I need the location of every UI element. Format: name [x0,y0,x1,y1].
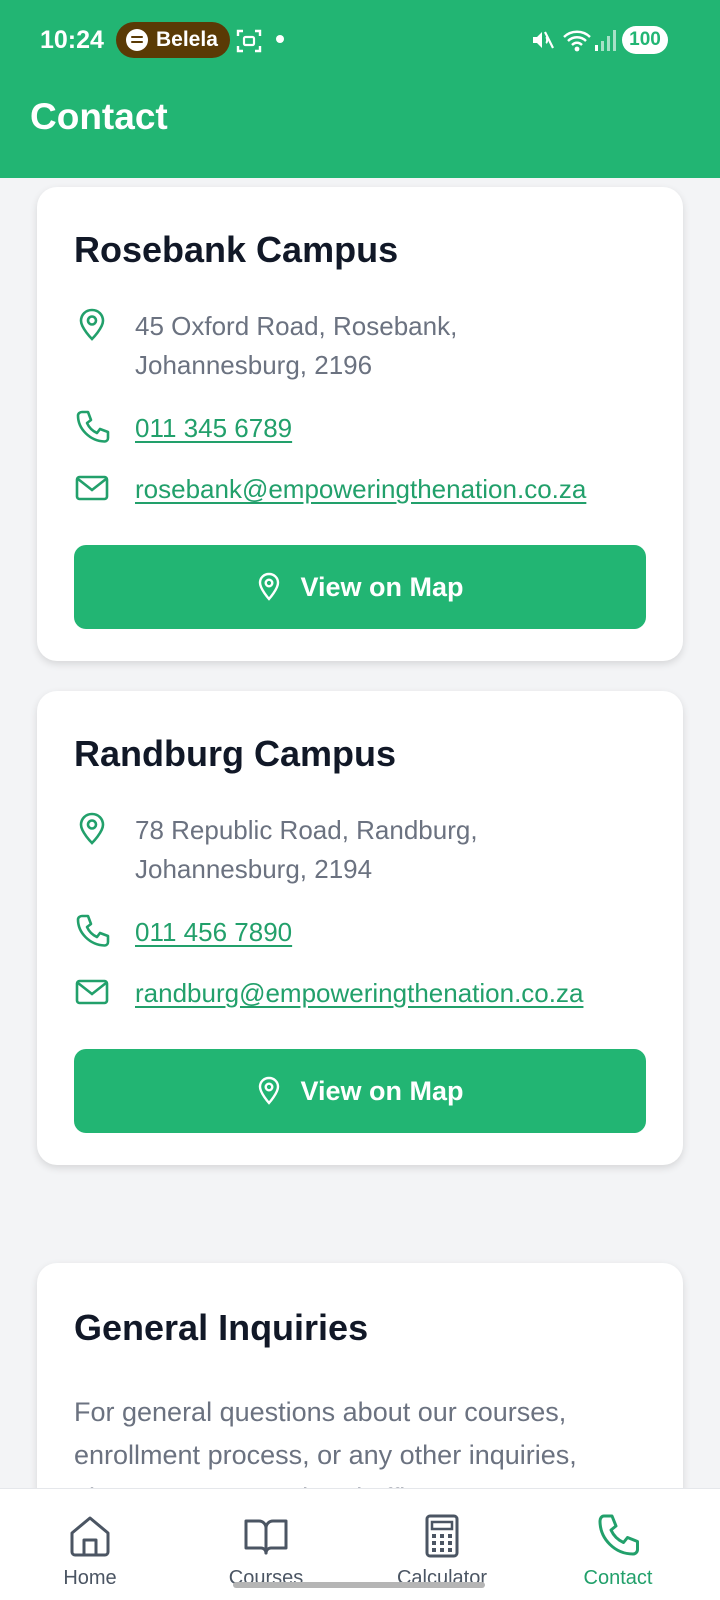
wifi-icon [563,30,591,52]
email-row: randburg@empoweringthenation.co.za [74,974,646,1013]
mail-icon [75,979,109,1005]
address-row: 45 Oxford Road, Rosebank, Johannesburg, … [74,307,646,385]
address-line-1: 45 Oxford Road, Rosebank, [135,311,458,341]
home-indicator[interactable] [233,1582,485,1588]
phone-icon [76,914,110,947]
address-row: 78 Republic Road, Randburg, Johannesburg… [74,811,646,889]
signal-icon [595,30,616,51]
campus-card-randburg: Randburg Campus 78 Republic Road, Randbu… [37,691,683,1165]
map-pin-icon [259,572,280,601]
campus-title: Randburg Campus [74,733,397,774]
home-icon [70,1516,110,1557]
mail-icon [75,475,109,501]
map-pin-icon [259,1076,280,1105]
battery-indicator: 100 [622,26,668,54]
page-title: Contact [30,96,168,137]
phone-row: 011 456 7890 [74,913,646,952]
address-line-1: 78 Republic Road, Randburg, [135,815,478,845]
screenshot-icon [236,29,262,53]
status-bar: 10:24 Belela 100 [0,18,720,64]
phone-link[interactable]: 011 456 7890 [135,913,292,952]
mute-icon [533,31,554,49]
notification-dot-icon [276,35,284,43]
phone-link[interactable]: 011 345 6789 [135,409,292,448]
view-on-map-label: View on Map [300,1075,464,1106]
view-on-map-button[interactable]: View on Map [74,1049,646,1133]
email-link[interactable]: randburg@empoweringthenation.co.za [135,974,583,1013]
nav-item-home[interactable]: Home [10,1489,170,1600]
campus-title: Rosebank Campus [74,229,399,270]
phone-row: 011 345 6789 [74,409,646,448]
email-row: rosebank@empoweringthenation.co.za [74,470,646,509]
book-icon [244,1519,288,1555]
nav-label-home: Home [63,1567,117,1589]
address-line-2: Johannesburg, 2194 [135,854,373,884]
location-pin-icon [79,812,105,845]
general-line-2: enrollment process, or any other inquiri… [74,1440,577,1470]
spotify-icon [126,29,148,51]
general-line-1: For general questions about our courses, [74,1397,567,1427]
media-pill[interactable]: Belela [116,22,230,58]
calculator-icon [425,1514,459,1558]
app-bar: 10:24 Belela 100 Contact [0,0,720,178]
email-link[interactable]: rosebank@empoweringthenation.co.za [135,470,586,509]
view-on-map-label: View on Map [300,571,464,602]
nav-label-contact: Contact [583,1567,653,1589]
media-label: Belela [156,28,218,51]
campus-card-rosebank: Rosebank Campus 45 Oxford Road, Rosebank… [37,187,683,661]
view-on-map-button[interactable]: View on Map [74,545,646,629]
general-title: General Inquiries [74,1307,369,1348]
phone-icon [76,410,110,443]
status-time: 10:24 [40,26,104,54]
address-line-2: Johannesburg, 2196 [135,350,373,380]
nav-item-contact[interactable]: Contact [538,1489,698,1600]
location-pin-icon [79,308,105,341]
phone-icon [598,1514,639,1556]
